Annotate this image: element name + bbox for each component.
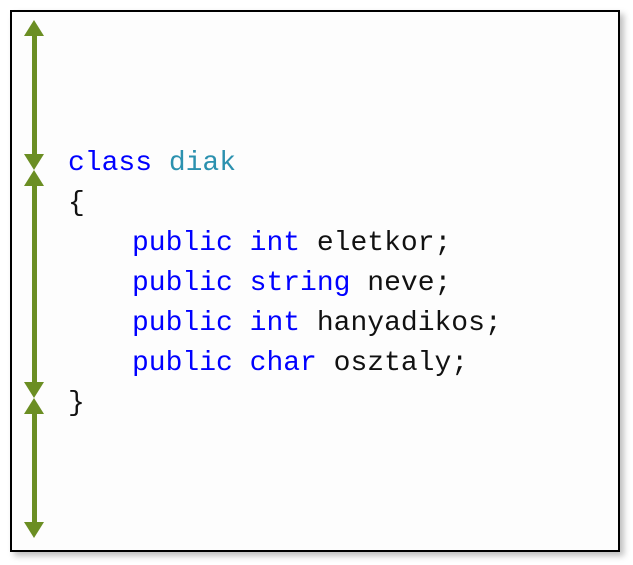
code-snippet-frame: class diak { public int eletkor; public … [10, 10, 620, 552]
class-name: diak [169, 148, 236, 179]
field-neve: neve [367, 268, 434, 299]
type-int: int [250, 228, 300, 259]
type-char: char [250, 348, 317, 379]
type-int: int [250, 308, 300, 339]
arrow-top-section [26, 20, 42, 170]
field-hanyadikos: hanyadikos [317, 308, 485, 339]
keyword-class: class [68, 148, 152, 179]
arrow-bottom-section [26, 398, 42, 538]
section-arrows [26, 20, 42, 538]
field-osztaly: osztaly [334, 348, 452, 379]
keyword-public: public [132, 228, 233, 259]
brace-close: } [68, 388, 85, 419]
type-string: string [250, 268, 351, 299]
brace-open: { [68, 188, 85, 219]
code-block: class diak { public int eletkor; public … [68, 104, 502, 464]
keyword-public: public [132, 308, 233, 339]
arrow-middle-section [26, 170, 42, 398]
keyword-public: public [132, 268, 233, 299]
keyword-public: public [132, 348, 233, 379]
field-eletkor: eletkor [317, 228, 435, 259]
